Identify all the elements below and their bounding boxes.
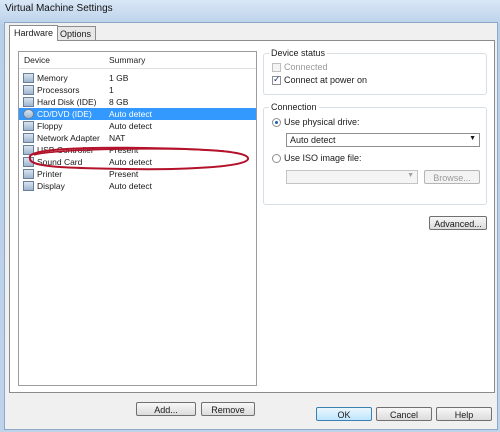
remove-device-button[interactable]: Remove: [201, 402, 255, 416]
device-name: USB Controller: [37, 145, 94, 155]
tab-options[interactable]: Options: [55, 26, 97, 41]
physical-drive-select[interactable]: Auto detect ▼: [286, 133, 480, 147]
device-name: Hard Disk (IDE): [37, 97, 97, 107]
network-adapter-icon: [23, 133, 34, 143]
device-row-hard-disk[interactable]: Hard Disk (IDE) 8 GB: [19, 96, 256, 108]
hardware-panel: Device Summary Memory 1 GB Processors 1 …: [9, 40, 495, 416]
device-row-network-adapter[interactable]: Network Adapter NAT: [19, 132, 256, 144]
memory-icon: [23, 73, 34, 83]
device-name: Sound Card: [37, 157, 83, 167]
device-summary: NAT: [109, 133, 126, 143]
connect-at-power-on-label: Connect at power on: [284, 75, 368, 85]
use-physical-drive-radio[interactable]: [272, 118, 281, 127]
device-row-memory[interactable]: Memory 1 GB: [19, 72, 256, 84]
device-summary: 1 GB: [109, 73, 129, 83]
cancel-button[interactable]: Cancel: [376, 407, 432, 421]
browse-button[interactable]: Browse...: [424, 170, 480, 184]
device-name: Floppy: [37, 121, 63, 131]
device-row-usb-controller[interactable]: USB Controller Present: [19, 144, 256, 156]
iso-path-input[interactable]: ▼: [286, 170, 418, 184]
use-physical-drive-label: Use physical drive:: [284, 117, 360, 127]
device-list[interactable]: Device Summary Memory 1 GB Processors 1 …: [18, 51, 257, 386]
display-icon: [23, 181, 34, 191]
use-iso-image-label: Use ISO image file:: [284, 153, 362, 163]
ok-button[interactable]: OK: [316, 407, 372, 421]
device-summary: Auto detect: [109, 181, 153, 191]
connection-group: Connection Use physical drive: Auto dete…: [263, 102, 487, 205]
device-summary: Auto detect: [109, 121, 153, 131]
help-button[interactable]: Help: [436, 407, 492, 421]
connected-label: Connected: [284, 62, 328, 72]
device-summary: 8 GB: [109, 97, 129, 107]
device-row-printer[interactable]: Printer Present: [19, 168, 256, 180]
device-name: Memory: [37, 73, 68, 83]
device-name: Printer: [37, 169, 63, 179]
column-summary[interactable]: Summary: [109, 55, 145, 65]
device-status-group: Device status Connected Connect at power…: [263, 48, 487, 95]
device-summary: 1: [109, 85, 114, 95]
chevron-down-icon: ▼: [469, 135, 476, 142]
chevron-down-icon: ▼: [407, 172, 414, 179]
cd-dvd-icon: [23, 109, 34, 119]
physical-drive-value: Auto detect: [290, 135, 336, 145]
device-row-processors[interactable]: Processors 1: [19, 84, 256, 96]
column-device[interactable]: Device: [24, 55, 50, 65]
vm-settings-window: Virtual Machine Settings Hardware Option…: [0, 0, 500, 432]
device-name: Network Adapter: [37, 133, 100, 143]
device-row-cd-dvd[interactable]: CD/DVD (IDE) Auto detect: [19, 108, 256, 120]
device-name: CD/DVD (IDE): [37, 109, 92, 119]
device-summary: Auto detect: [109, 157, 153, 167]
dialog-body: Hardware Options Device Summary Memory 1…: [4, 22, 498, 430]
device-row-display[interactable]: Display Auto detect: [19, 180, 256, 192]
tab-hardware[interactable]: Hardware: [9, 25, 59, 41]
device-name: Display: [37, 181, 65, 191]
device-list-header: Device Summary: [19, 52, 256, 69]
add-device-button[interactable]: Add...: [136, 402, 196, 416]
connect-at-power-on-checkbox[interactable]: [272, 74, 281, 85]
hard-disk-icon: [23, 97, 34, 107]
connection-legend: Connection: [269, 102, 319, 112]
usb-controller-icon: [23, 145, 34, 155]
device-row-sound-card[interactable]: Sound Card Auto detect: [19, 156, 256, 168]
device-summary: Auto detect: [109, 109, 153, 119]
processor-icon: [23, 85, 34, 95]
connected-checkbox[interactable]: [272, 63, 281, 72]
sound-card-icon: [23, 157, 34, 167]
device-name: Processors: [37, 85, 80, 95]
use-iso-image-radio[interactable]: [272, 154, 281, 163]
title-bar[interactable]: Virtual Machine Settings: [0, 0, 500, 24]
advanced-button[interactable]: Advanced...: [429, 216, 487, 230]
floppy-icon: [23, 121, 34, 131]
printer-icon: [23, 169, 34, 179]
device-status-legend: Device status: [269, 48, 328, 58]
device-summary: Present: [109, 145, 139, 155]
window-title: Virtual Machine Settings: [5, 3, 113, 14]
device-summary: Present: [109, 169, 139, 179]
device-row-floppy[interactable]: Floppy Auto detect: [19, 120, 256, 132]
